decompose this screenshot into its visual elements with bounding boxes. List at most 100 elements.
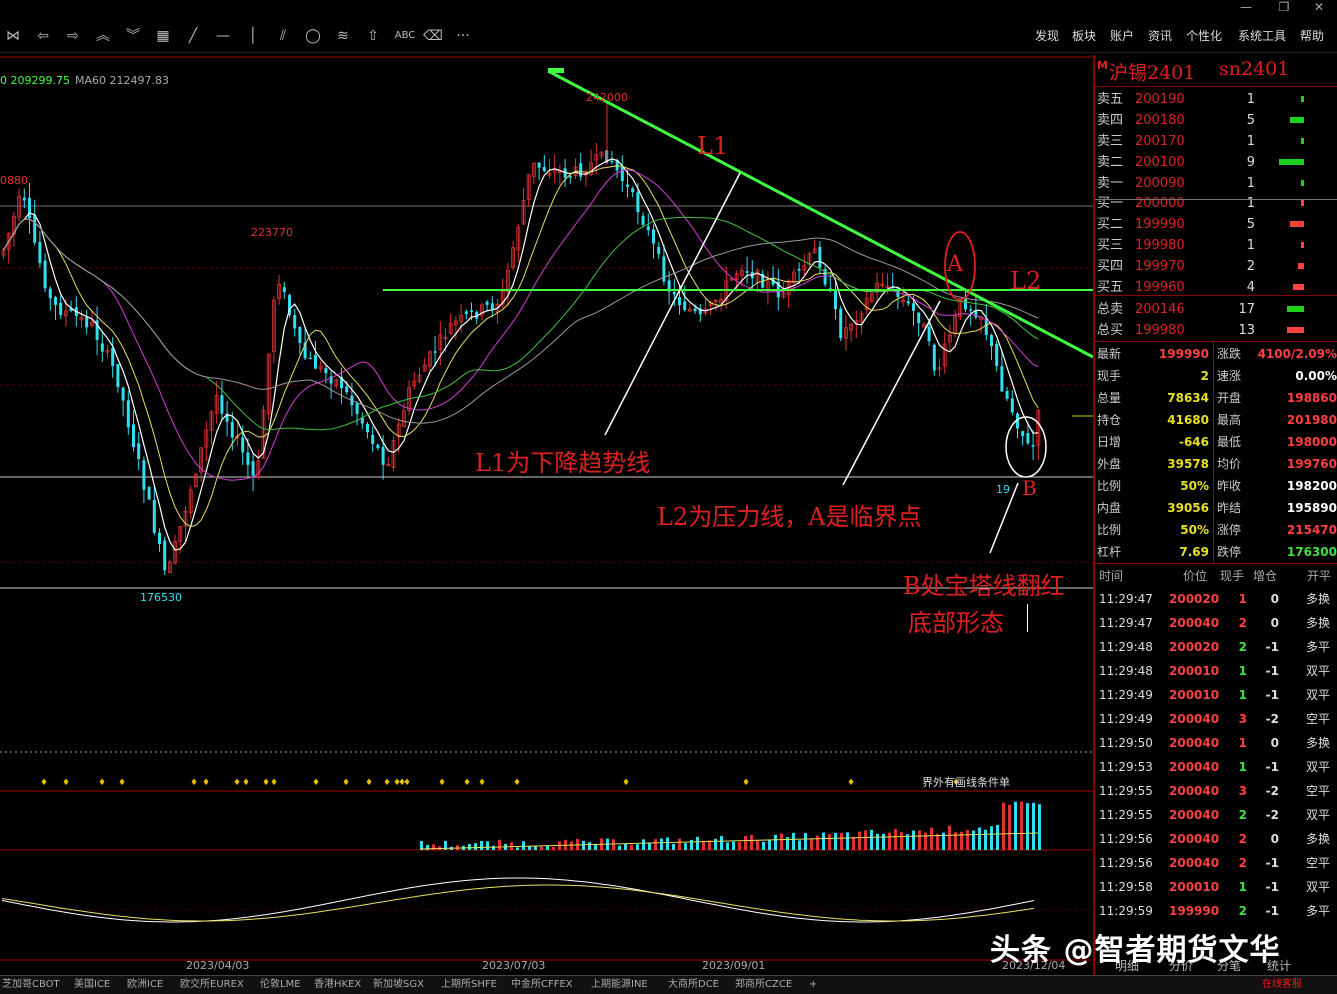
double-up-icon[interactable]: ︽: [92, 26, 114, 46]
menu-discover[interactable]: 发现: [1035, 26, 1059, 46]
signal-marker: ♦: [342, 778, 350, 788]
stat-value: 195890: [1255, 497, 1337, 519]
macd-histogram-bar: [920, 904, 922, 910]
minimize-button[interactable]: —: [1228, 0, 1264, 16]
candle-body: [1000, 366, 1003, 391]
tick-row[interactable]: 11:29:5620004020多换: [1095, 827, 1337, 851]
candle-body: [1021, 431, 1024, 436]
tick-volume: 2: [1235, 635, 1247, 659]
menu-news[interactable]: 资讯: [1148, 26, 1172, 46]
horizontal-line-tool-icon[interactable]: —: [212, 26, 234, 46]
add-tab-button[interactable]: +: [809, 978, 817, 992]
text-cursor: [1027, 604, 1028, 632]
menu-system-tools[interactable]: 系统工具: [1238, 26, 1286, 46]
tick-row[interactable]: 11:29:4720004020多换: [1095, 611, 1337, 635]
forward-arrow-icon[interactable]: ⇨: [62, 26, 84, 46]
arrow-up-tool-icon[interactable]: ⇧: [362, 26, 384, 46]
volume-bar: [774, 835, 777, 850]
tick-volume: 2: [1235, 611, 1247, 635]
close-button[interactable]: ✕: [1301, 0, 1337, 16]
ticks-column-header: 开平: [1307, 567, 1331, 584]
menu-personalize[interactable]: 个性化: [1186, 26, 1222, 46]
ask-level[interactable]: 卖一2000901: [1095, 173, 1337, 194]
back-arrow-icon[interactable]: ⇦: [32, 26, 54, 46]
macd-histogram-bar: [542, 905, 544, 910]
tick-row[interactable]: 11:29:5020004010多换: [1095, 731, 1337, 755]
more-tools-icon[interactable]: ···: [452, 26, 474, 46]
stat-value: 198860: [1255, 387, 1337, 409]
ask-level[interactable]: 卖五2001901: [1095, 89, 1337, 110]
candlestick-chart[interactable]: ♦♦♦♦♦♦♦♦♦♦♦♦♦♦♦♦♦♦♦♦♦♦♦♦♦: [0, 55, 1093, 975]
bid-level[interactable]: 买三1999801: [1095, 235, 1337, 256]
tick-row[interactable]: 11:29:482000202-1多平: [1095, 635, 1337, 659]
parallel-lines-tool-icon[interactable]: ⫽: [272, 26, 294, 46]
candle-body: [366, 424, 369, 432]
ellipse-tool-icon[interactable]: ◯: [302, 26, 324, 46]
total-label: 总卖: [1097, 299, 1123, 320]
tick-row[interactable]: 11:29:582000101-1双平: [1095, 875, 1337, 899]
volume-bar: [978, 827, 981, 850]
bid-level[interactable]: 买一2000001: [1095, 193, 1337, 214]
macd-histogram-bar: [2, 910, 4, 911]
exchange-tab[interactable]: 大商所DCE: [668, 978, 719, 992]
text-tool-icon[interactable]: ABC: [392, 26, 418, 46]
stat-value: 176300: [1255, 541, 1337, 563]
menu-help[interactable]: 帮助: [1300, 26, 1324, 46]
tick-price: 200040: [1169, 779, 1219, 803]
candle-body: [59, 303, 62, 315]
volume-bar: [840, 833, 843, 850]
ticks-column-header: 现手: [1220, 567, 1244, 584]
layout-grid-icon[interactable]: ▦: [152, 26, 174, 46]
tick-row[interactable]: 11:29:482000101-1双平: [1095, 659, 1337, 683]
menu-account[interactable]: 账户: [1110, 26, 1134, 46]
stat-label: 涨跌: [1217, 343, 1241, 365]
ask-level[interactable]: 卖二2001009: [1095, 152, 1337, 173]
tick-type: 双平: [1306, 803, 1330, 827]
eraser-tool-icon[interactable]: ⌫: [422, 26, 444, 46]
exchange-tab[interactable]: 欧交所EUREX: [180, 978, 244, 992]
exchange-tab[interactable]: 上期所SHFE: [441, 978, 497, 992]
stat-value: -646: [1135, 431, 1209, 453]
tick-oi-change: -2: [1263, 707, 1279, 731]
tick-row[interactable]: 11:29:532000401-1双平: [1095, 755, 1337, 779]
exchange-tab[interactable]: 芝加哥CBOT: [2, 978, 60, 992]
exchange-tab[interactable]: 香港HKEX: [314, 978, 361, 992]
bowtie-icon[interactable]: ⋈: [2, 26, 24, 46]
macd-histogram-bar: [668, 910, 670, 918]
restore-button[interactable]: ❐: [1266, 0, 1302, 16]
exchange-tab[interactable]: 伦敦LME: [260, 978, 301, 992]
trendline-tool-icon[interactable]: ╱: [182, 26, 204, 46]
exchange-tab[interactable]: 欧洲ICE: [127, 978, 163, 992]
exchange-tab[interactable]: 在线客服: [1262, 978, 1302, 992]
tick-row[interactable]: 11:29:562000402-1空平: [1095, 851, 1337, 875]
fibonacci-tool-icon[interactable]: ≋: [332, 26, 354, 46]
double-down-icon[interactable]: ︾: [122, 26, 144, 46]
exchange-tab[interactable]: 郑商所CZCE: [735, 978, 792, 992]
tick-row[interactable]: 11:29:4720002010多换: [1095, 587, 1337, 611]
macd-histogram-bar: [578, 907, 580, 910]
ask-level[interactable]: 卖三2001701: [1095, 131, 1337, 152]
vertical-line-tool-icon[interactable]: │: [242, 26, 264, 46]
level-price: 200090: [1135, 173, 1185, 194]
macd-histogram-bar: [884, 906, 886, 910]
bid-level[interactable]: 买四1999702: [1095, 256, 1337, 277]
tick-row[interactable]: 11:29:552000402-2双平: [1095, 803, 1337, 827]
macd-histogram-bar: [890, 906, 892, 910]
tick-row[interactable]: 11:29:591999902-1多平: [1095, 899, 1337, 923]
volume-bar: [636, 844, 639, 850]
exchange-tab[interactable]: 美国ICE: [74, 978, 110, 992]
ask-level[interactable]: 卖四2001805: [1095, 110, 1337, 131]
macd-histogram-bar: [872, 908, 874, 910]
volume-bar: [1020, 802, 1023, 850]
tick-row[interactable]: 11:29:492000403-2空平: [1095, 707, 1337, 731]
exchange-tab[interactable]: 中金所CFFEX: [511, 978, 573, 992]
tick-row[interactable]: 11:29:552000403-2空平: [1095, 779, 1337, 803]
tick-row[interactable]: 11:29:492000101-1双平: [1095, 683, 1337, 707]
exchange-tab[interactable]: 上期能源INE: [591, 978, 648, 992]
macd-histogram-bar: [614, 909, 616, 910]
exchange-tab[interactable]: 新加坡SGX: [373, 978, 424, 992]
menu-sectors[interactable]: 板块: [1072, 26, 1096, 46]
bid-level[interactable]: 买二1999905: [1095, 214, 1337, 235]
ticks-column-header: 增仓: [1253, 567, 1277, 584]
tick-time: 11:29:55: [1099, 803, 1153, 827]
